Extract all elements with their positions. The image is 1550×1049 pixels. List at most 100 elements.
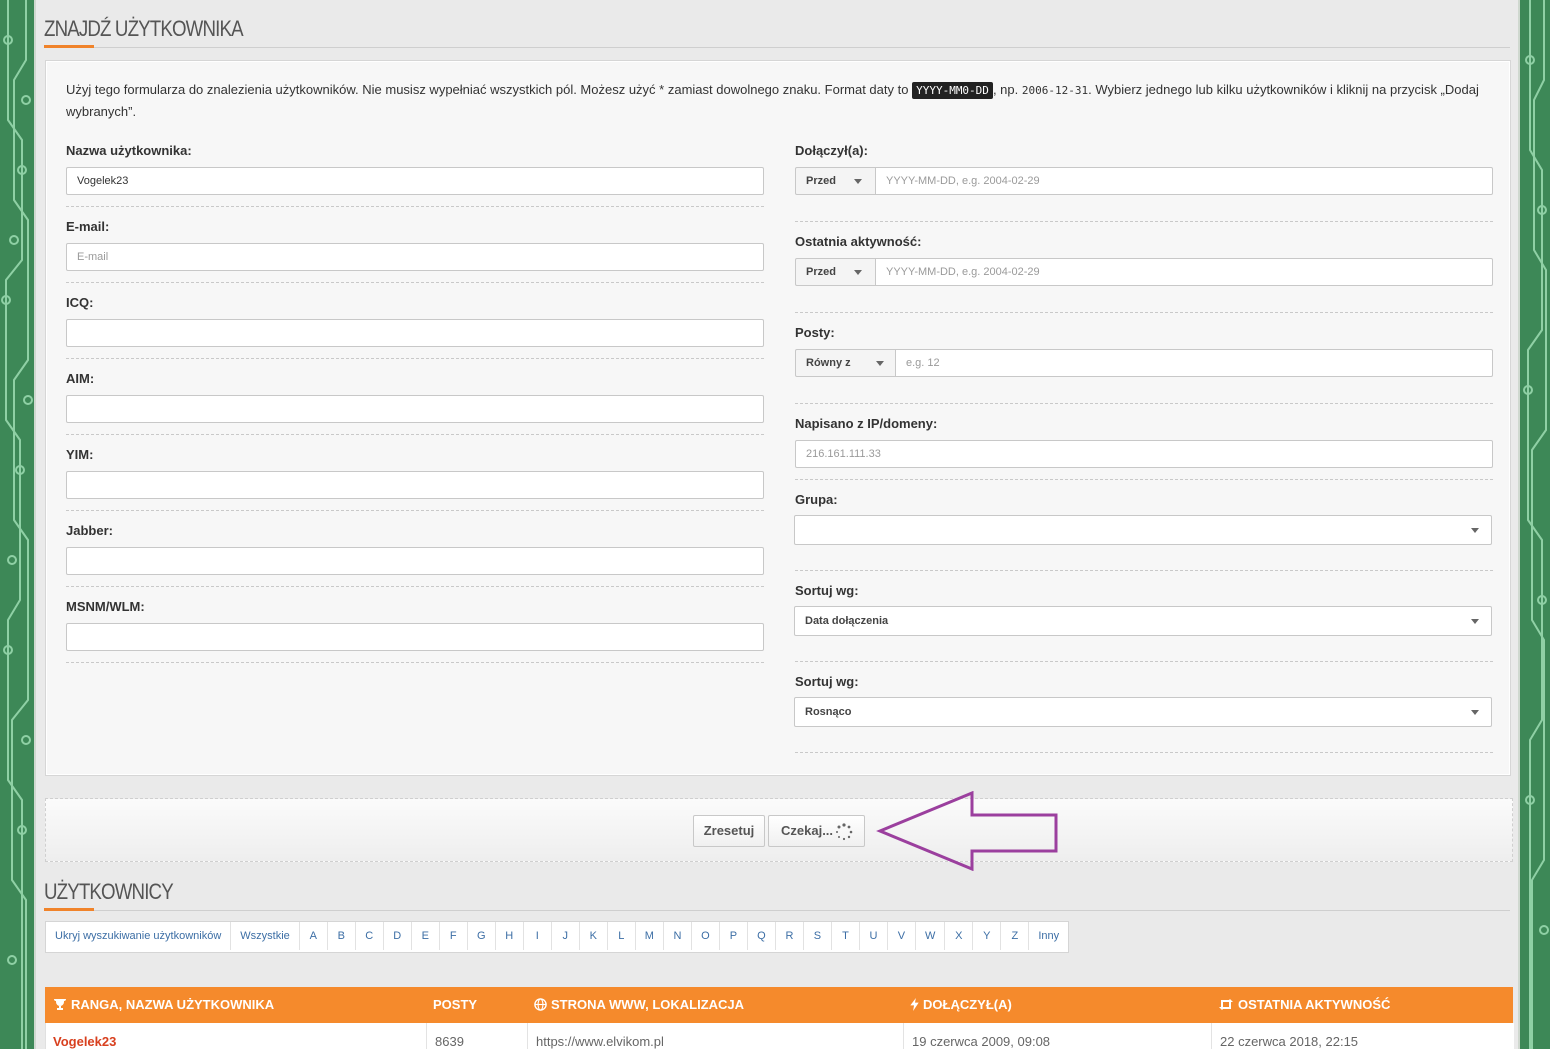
submit-button-loading[interactable]: Czekaj... — [768, 815, 865, 847]
sort-dir-value: Rosnąco — [805, 706, 852, 718]
letter-filter-w[interactable]: W — [916, 922, 946, 950]
letter-filter-p[interactable]: P — [720, 922, 748, 950]
posts-field: Posty: — [795, 325, 835, 343]
letter-filter-o[interactable]: O — [692, 922, 720, 950]
icq-label: ICQ: — [66, 295, 94, 310]
letter-filter-h[interactable]: H — [496, 922, 524, 950]
icq-input[interactable] — [66, 319, 764, 347]
msn-field: MSNM/WLM: — [66, 599, 145, 617]
joined-cell: 19 czerwca 2009, 09:08 — [903, 1023, 1211, 1049]
letter-filter-t[interactable]: T — [832, 922, 860, 950]
divider — [66, 586, 764, 587]
letter-filter-s[interactable]: S — [804, 922, 832, 950]
letter-filter-v[interactable]: V — [888, 922, 916, 950]
letter-filter-c[interactable]: C — [356, 922, 384, 950]
sort-dir-select[interactable]: Rosnąco — [794, 697, 1492, 727]
all-users-link[interactable]: Wszystkie — [231, 922, 300, 950]
divider — [795, 221, 1493, 222]
letter-filter-x[interactable]: X — [945, 922, 974, 950]
sort-dir-field: Sortuj wg: — [795, 674, 859, 692]
letter-filter-z[interactable]: Z — [1001, 922, 1030, 950]
last-active-field: Ostatnia aktywność: — [795, 234, 921, 252]
website-link[interactable]: https://www.elvikom.pl — [527, 1023, 903, 1049]
ip-input[interactable]: 216.161.111.33 — [795, 440, 1493, 468]
rank-header-label: RANGA, NAZWA UŻYTKOWNIKA — [71, 997, 275, 1012]
joined-column-header[interactable]: DOŁĄCZYŁ(A) — [910, 987, 1012, 1023]
last-active-column-header[interactable]: OSTATNIA AKTYWNOŚĆ — [1218, 987, 1390, 1023]
letter-filter-j[interactable]: J — [552, 922, 580, 950]
other-filter-link[interactable]: Inny — [1029, 922, 1068, 950]
rank-column-header[interactable]: RANGA, NAZWA UŻYTKOWNIKA — [53, 987, 274, 1023]
msn-input[interactable] — [66, 623, 764, 651]
intro-text: Użyj tego formularza do znalezienia użyt… — [66, 82, 913, 97]
letter-filter-e[interactable]: E — [412, 922, 440, 950]
title-accent — [44, 45, 94, 48]
form-actions-bar: Zresetuj Czekaj... — [45, 791, 1513, 871]
divider — [66, 662, 764, 663]
sort-by-label: Sortuj wg: — [795, 583, 859, 598]
page-content: ZNAJDŹ UŻYTKOWNIKA Użyj tego formularza … — [34, 0, 1520, 1049]
letter-filter-b[interactable]: B — [328, 922, 356, 950]
letter-filter-q[interactable]: Q — [748, 922, 776, 950]
joined-operator-value: Przed — [806, 175, 836, 187]
letter-filter-n[interactable]: N — [664, 922, 692, 950]
group-field: Grupa: — [795, 492, 838, 510]
yim-field: YIM: — [66, 447, 93, 465]
last-active-label: Ostatnia aktywność: — [795, 234, 922, 249]
jabber-input[interactable] — [66, 547, 764, 575]
letter-filter-i[interactable]: I — [524, 922, 552, 950]
website-column-header[interactable]: STRONA WWW, LOKALIZACJA — [534, 987, 744, 1023]
yim-input[interactable] — [66, 471, 764, 499]
hide-search-link[interactable]: Ukryj wyszukiwanie użytkowników — [46, 922, 232, 950]
chevron-down-icon — [1471, 619, 1479, 624]
letter-filter-k[interactable]: K — [580, 922, 608, 950]
letter-filter-y[interactable]: Y — [973, 922, 1002, 950]
ip-label: Napisano z IP/domeny: — [795, 416, 938, 431]
last-active-operator-select[interactable]: Przed — [795, 258, 876, 286]
posts-input[interactable]: e.g. 12 — [895, 349, 1493, 377]
letter-filter-u[interactable]: U — [860, 922, 888, 950]
joined-date-input[interactable]: YYYY-MM-DD, e.g. 2004-02-29 — [875, 167, 1493, 195]
msn-label: MSNM/WLM: — [66, 599, 145, 614]
annotation-arrow-icon — [876, 791, 1058, 871]
bolt-icon — [910, 998, 919, 1011]
date-example-code: 2006-12-31 — [1021, 84, 1089, 97]
circuit-border-right — [1520, 0, 1550, 1049]
letter-filter-d[interactable]: D — [384, 922, 412, 950]
letter-filter-a[interactable]: A — [300, 922, 328, 950]
members-table-header: RANGA, NAZWA UŻYTKOWNIKA POSTY STRONA WW… — [45, 987, 1513, 1023]
email-input[interactable]: E-mail — [66, 243, 764, 271]
username-link[interactable]: Vogelek23 — [46, 1023, 426, 1049]
last-active-date-input[interactable]: YYYY-MM-DD, e.g. 2004-02-29 — [875, 258, 1493, 286]
last-active-operator-value: Przed — [806, 266, 836, 278]
email-label: E-mail: — [66, 219, 110, 234]
circuit-border-left — [0, 0, 34, 1049]
posts-operator-select[interactable]: Równy z — [795, 349, 896, 377]
username-input[interactable]: Vogelek23 — [66, 167, 764, 195]
divider — [66, 206, 764, 207]
joined-field: Dołączył(a): — [795, 143, 868, 161]
divider — [795, 479, 1493, 480]
letter-filter-m[interactable]: M — [636, 922, 664, 950]
joined-operator-select[interactable]: Przed — [795, 167, 876, 195]
aim-input[interactable] — [66, 395, 764, 423]
jabber-field: Jabber: — [66, 523, 113, 541]
retweet-icon — [1219, 999, 1233, 1010]
title-rule — [44, 910, 1510, 911]
aim-label: AIM: — [66, 371, 95, 386]
group-select[interactable] — [794, 515, 1492, 545]
intro-text: , np. — [992, 82, 1022, 97]
reset-button[interactable]: Zresetuj — [693, 815, 765, 847]
title-accent — [44, 908, 94, 911]
letter-filter-l[interactable]: L — [608, 922, 636, 950]
letter-filter-g[interactable]: G — [468, 922, 496, 950]
divider — [795, 752, 1493, 753]
last-active-header-label: OSTATNIA AKTYWNOŚĆ — [1238, 997, 1391, 1012]
alphabet-filter: Ukryj wyszukiwanie użytkowników Wszystki… — [45, 921, 1070, 953]
letter-filter-f[interactable]: F — [440, 922, 468, 950]
letter-filter-r[interactable]: R — [776, 922, 804, 950]
posts-column-header[interactable]: POSTY — [433, 987, 477, 1023]
yim-label: YIM: — [66, 447, 94, 462]
sort-by-select[interactable]: Data dołączenia — [794, 606, 1492, 636]
divider — [66, 510, 764, 511]
